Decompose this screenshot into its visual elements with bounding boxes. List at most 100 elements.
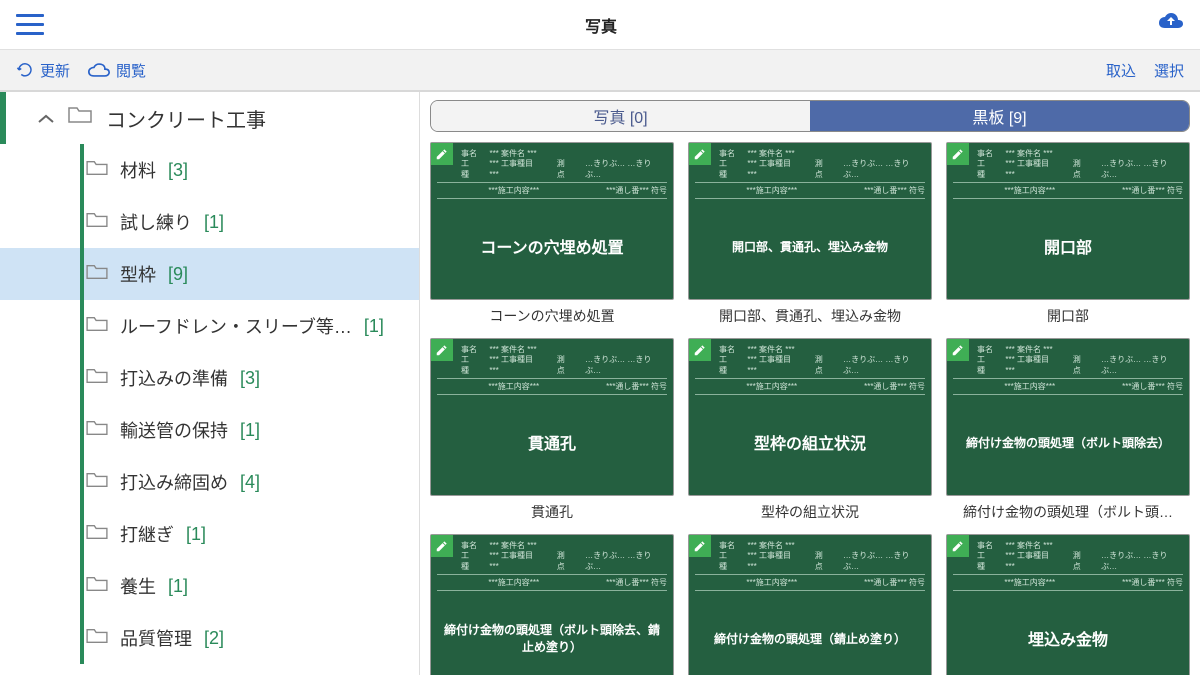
sidebar-item[interactable]: ルーフドレン・スリーブ等… [1] [0,300,419,352]
select-button[interactable]: 選択 [1154,60,1184,81]
board-content-label: ***施工内容*** ***通し番*** 符号 [695,182,925,199]
blackboard-card[interactable]: 事名 *** 案件名 *** 工 種 *** 工事種目 *** 測 点 …きりぶ… [688,142,932,328]
browse-button[interactable]: 閲覧 [88,60,146,81]
sidebar-item[interactable]: 打継ぎ [1] [0,508,419,560]
sidebar-item-count: [1] [186,524,206,545]
blackboard-image: 事名 *** 案件名 *** 工 種 *** 工事種目 *** 測 点 …きりぶ… [688,142,932,300]
folder-icon [86,159,108,182]
blackboard-image: 事名 *** 案件名 *** 工 種 *** 工事種目 *** 測 点 …きりぶ… [430,338,674,496]
folder-icon [68,105,92,131]
content-area: コンクリート工事 材料 [3] 試し練り [1] 型枠 [9] ルーフドレン・ス… [0,92,1200,675]
hamburger-menu-icon[interactable] [16,14,44,36]
sidebar-item[interactable]: 養生 [1] [0,560,419,612]
sidebar-item[interactable]: 打込みの準備 [3] [0,352,419,404]
refresh-icon [16,61,34,79]
board-title: 貫通孔 [437,395,667,489]
board-title: 開口部 [953,199,1183,293]
board-title: 開口部、貫通孔、埋込み金物 [695,199,925,293]
board-title: 締付け金物の頭処理（錆止め塗り） [695,591,925,675]
sidebar-item[interactable]: 型枠 [9] [0,248,419,300]
board-content-label: ***施工内容*** ***通し番*** 符号 [437,378,667,395]
folder-icon [86,263,108,286]
sidebar-item-count: [9] [168,264,188,285]
edit-corner-icon[interactable] [947,143,969,165]
tree-root-label: コンクリート工事 [106,104,266,133]
edit-corner-icon[interactable] [947,339,969,361]
sidebar: コンクリート工事 材料 [3] 試し練り [1] 型枠 [9] ルーフドレン・ス… [0,92,420,675]
edit-corner-icon[interactable] [947,535,969,557]
main-panel: 写真 [0] 黒板 [9] 事名 *** 案件名 *** 工 種 *** 工事種… [420,92,1200,675]
tree-root[interactable]: コンクリート工事 [0,92,419,144]
folder-icon [86,575,108,598]
folder-icon [86,315,108,338]
card-caption: 開口部、貫通孔、埋込み金物 [688,300,932,328]
sidebar-item-count: [1] [168,576,188,597]
folder-icon [86,367,108,390]
sidebar-item-count: [2] [204,628,224,649]
blackboard-image: 事名 *** 案件名 *** 工 種 *** 工事種目 *** 測 点 …きりぶ… [946,142,1190,300]
board-content-label: ***施工内容*** ***通し番*** 符号 [953,182,1183,199]
sidebar-item[interactable]: 試し練り [1] [0,196,419,248]
folder-icon [86,211,108,234]
blackboard-card[interactable]: 事名 *** 案件名 *** 工 種 *** 工事種目 *** 測 点 …きりぶ… [688,534,932,675]
board-content-label: ***施工内容*** ***通し番*** 符号 [953,574,1183,591]
tab-photo[interactable]: 写真 [0] [431,101,810,131]
edit-corner-icon[interactable] [431,535,453,557]
folder-icon [86,523,108,546]
board-content-label: ***施工内容*** ***通し番*** 符号 [953,378,1183,395]
board-title: 型枠の組立状況 [695,395,925,489]
board-content-label: ***施工内容*** ***通し番*** 符号 [437,182,667,199]
board-header: 事名 *** 案件名 *** 工 種 *** 工事種目 *** 測 点 …きりぶ… [437,149,667,180]
sidebar-item-count: [4] [240,472,260,493]
board-title: 締付け金物の頭処理（ボルト頭除去、錆止め塗り） [437,591,667,675]
edit-corner-icon[interactable] [431,339,453,361]
folder-icon [86,627,108,650]
board-content-label: ***施工内容*** ***通し番*** 符号 [695,574,925,591]
board-title: コーンの穴埋め処置 [437,199,667,293]
sidebar-item-label: 型枠 [120,261,156,287]
card-grid: 事名 *** 案件名 *** 工 種 *** 工事種目 *** 測 点 …きりぶ… [430,142,1190,675]
refresh-label: 更新 [40,60,70,81]
card-caption: 型枠の組立状況 [688,496,932,524]
board-header: 事名 *** 案件名 *** 工 種 *** 工事種目 *** 測 点 …きりぶ… [437,345,667,376]
cloud-icon [88,62,110,78]
sidebar-item[interactable]: 材料 [3] [0,144,419,196]
sidebar-item-label: 材料 [120,157,156,183]
edit-corner-icon[interactable] [689,535,711,557]
refresh-button[interactable]: 更新 [16,60,70,81]
sidebar-item[interactable]: 打込み締固め [4] [0,456,419,508]
sidebar-item-count: [3] [240,368,260,389]
blackboard-image: 事名 *** 案件名 *** 工 種 *** 工事種目 *** 測 点 …きりぶ… [430,142,674,300]
board-header: 事名 *** 案件名 *** 工 種 *** 工事種目 *** 測 点 …きりぶ… [695,345,925,376]
sidebar-item-label: 養生 [120,573,156,599]
edit-corner-icon[interactable] [431,143,453,165]
chevron-up-icon[interactable] [38,107,54,130]
blackboard-card[interactable]: 事名 *** 案件名 *** 工 種 *** 工事種目 *** 測 点 …きりぶ… [946,142,1190,328]
board-header: 事名 *** 案件名 *** 工 種 *** 工事種目 *** 測 点 …きりぶ… [695,541,925,572]
card-caption: 開口部 [946,300,1190,328]
board-title: 埋込み金物 [953,591,1183,675]
blackboard-card[interactable]: 事名 *** 案件名 *** 工 種 *** 工事種目 *** 測 点 …きりぶ… [430,534,674,675]
sidebar-item[interactable]: 輸送管の保持 [1] [0,404,419,456]
blackboard-image: 事名 *** 案件名 *** 工 種 *** 工事種目 *** 測 点 …きりぶ… [946,338,1190,496]
blackboard-image: 事名 *** 案件名 *** 工 種 *** 工事種目 *** 測 点 …きりぶ… [946,534,1190,675]
blackboard-card[interactable]: 事名 *** 案件名 *** 工 種 *** 工事種目 *** 測 点 …きりぶ… [946,338,1190,524]
card-caption: コーンの穴埋め処置 [430,300,674,328]
blackboard-card[interactable]: 事名 *** 案件名 *** 工 種 *** 工事種目 *** 測 点 …きりぶ… [946,534,1190,675]
sidebar-item-count: [1] [364,316,384,337]
blackboard-card[interactable]: 事名 *** 案件名 *** 工 種 *** 工事種目 *** 測 点 …きりぶ… [430,338,674,524]
board-header: 事名 *** 案件名 *** 工 種 *** 工事種目 *** 測 点 …きりぶ… [437,541,667,572]
import-button[interactable]: 取込 [1106,60,1136,81]
board-header: 事名 *** 案件名 *** 工 種 *** 工事種目 *** 測 点 …きりぶ… [953,149,1183,180]
sidebar-item-label: 試し練り [120,209,192,235]
tab-blackboard[interactable]: 黒板 [9] [810,101,1189,131]
edit-corner-icon[interactable] [689,143,711,165]
cloud-upload-icon[interactable] [1158,12,1184,37]
blackboard-card[interactable]: 事名 *** 案件名 *** 工 種 *** 工事種目 *** 測 点 …きりぶ… [688,338,932,524]
toolbar: 更新 閲覧 取込 選択 [0,50,1200,92]
sidebar-item[interactable]: 品質管理 [2] [0,612,419,664]
edit-corner-icon[interactable] [689,339,711,361]
blackboard-card[interactable]: 事名 *** 案件名 *** 工 種 *** 工事種目 *** 測 点 …きりぶ… [430,142,674,328]
card-caption: 貫通孔 [430,496,674,524]
board-header: 事名 *** 案件名 *** 工 種 *** 工事種目 *** 測 点 …きりぶ… [953,541,1183,572]
